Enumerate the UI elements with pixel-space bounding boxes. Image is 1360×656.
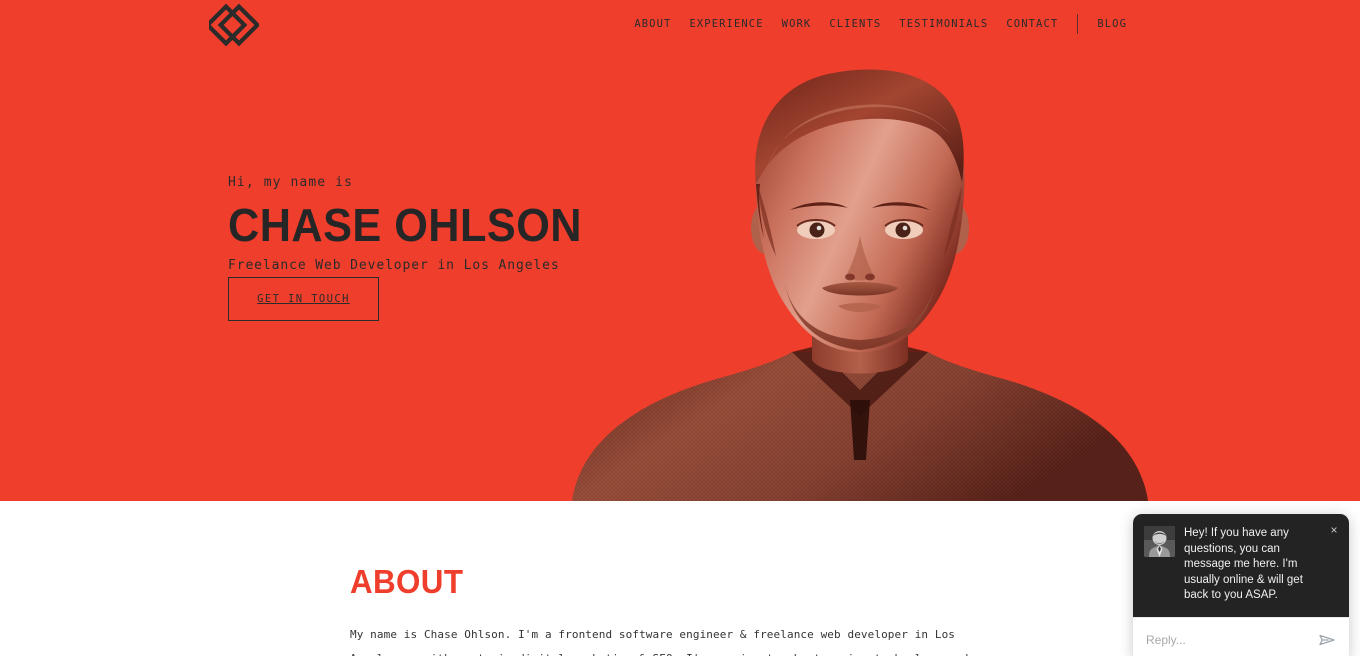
page-root: ABOUT EXPERIENCE WORK CLIENTS TESTIMONIA… — [0, 0, 1360, 656]
send-icon[interactable] — [1318, 631, 1336, 649]
nav-item-clients[interactable]: CLIENTS — [820, 14, 890, 34]
chat-reply-input[interactable] — [1146, 632, 1318, 647]
nav-item-about[interactable]: ABOUT — [625, 14, 680, 34]
top-navigation: ABOUT EXPERIENCE WORK CLIENTS TESTIMONIA… — [0, 0, 1360, 52]
chat-reply-bar — [1133, 616, 1349, 656]
about-body-text: My name is Chase Ohlson. I'm a frontend … — [350, 628, 968, 656]
nav-item-testimonials[interactable]: TESTIMONIALS — [890, 14, 997, 34]
hero-greeting: Hi, my name is — [228, 175, 353, 190]
chat-widget: Hey! If you have any questions, you can … — [1133, 514, 1349, 656]
site-logo[interactable] — [204, 3, 261, 49]
hero-section: ABOUT EXPERIENCE WORK CLIENTS TESTIMONIA… — [0, 0, 1360, 501]
hero-copy: Hi, my name is CHASE OHLSON Freelance We… — [228, 175, 605, 273]
close-icon[interactable]: × — [1327, 523, 1341, 537]
chat-message-bubble: Hey! If you have any questions, you can … — [1133, 514, 1349, 617]
paper-plane-icon — [1319, 634, 1335, 645]
chat-message-text: Hey! If you have any questions, you can … — [1184, 527, 1303, 601]
nav-item-experience[interactable]: EXPERIENCE — [680, 14, 772, 34]
nav-divider — [1077, 14, 1079, 34]
nav-links: ABOUT EXPERIENCE WORK CLIENTS TESTIMONIA… — [625, 14, 1136, 34]
nav-item-work[interactable]: WORK — [773, 14, 821, 34]
get-in-touch-button[interactable]: GET IN TOUCH — [228, 277, 379, 321]
about-heading: ABOUT — [350, 563, 464, 600]
hero-name: CHASE OHLSON — [228, 199, 582, 251]
nav-item-contact[interactable]: CONTACT — [997, 14, 1067, 34]
portrait-photo-icon — [572, 69, 1148, 501]
avatar-photo-icon — [1144, 526, 1175, 557]
hero-subtitle: Freelance Web Developer in Los Angeles — [228, 258, 560, 273]
nav-item-blog[interactable]: BLOG — [1088, 14, 1136, 34]
diamond-logo-icon — [204, 3, 261, 47]
hero-portrait — [560, 60, 1160, 501]
avatar — [1144, 526, 1175, 557]
about-inner: ABOUT My name is Chase Ohlson. I'm a fro… — [350, 565, 995, 656]
